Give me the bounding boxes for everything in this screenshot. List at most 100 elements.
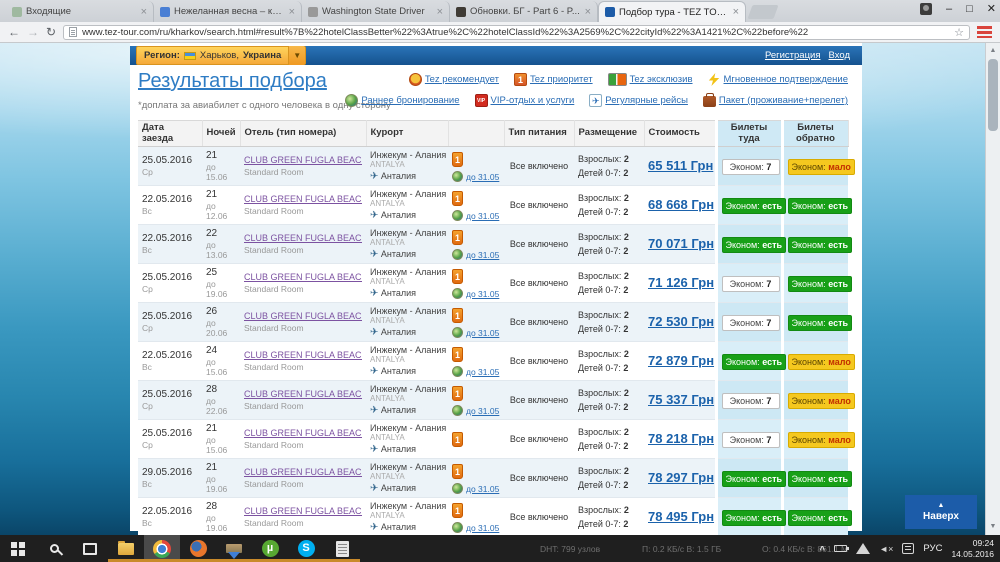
price-link[interactable]: 70 071 Грн: [648, 236, 714, 251]
taskbar-maps-button[interactable]: [216, 535, 252, 562]
arrival-airport: ✈ Анталия: [370, 405, 417, 416]
scroll-down-icon[interactable]: ▼: [986, 520, 1000, 534]
taskbar-skype-button[interactable]: [288, 535, 324, 562]
bookmark-star-icon[interactable]: ☆: [954, 26, 964, 39]
column-header-occupancy[interactable]: Размещение: [574, 120, 645, 147]
wifi-icon[interactable]: [856, 543, 871, 554]
price-link[interactable]: 72 530 Грн: [648, 314, 714, 329]
row-weekday: Вс: [142, 206, 152, 216]
price-link[interactable]: 72 879 Грн: [648, 353, 714, 368]
back-to-top-button[interactable]: ▲ Наверх: [905, 495, 977, 529]
volume-muted-icon[interactable]: ◄×: [879, 544, 893, 554]
legend-link[interactable]: Регулярные рейсы: [605, 95, 688, 106]
early-booking-link[interactable]: до 31.05: [466, 367, 499, 377]
page-scrollbar[interactable]: ▲ ▼: [985, 43, 1000, 535]
hotel-link[interactable]: CLUB GREEN FUGLA BEACH 4 *: [244, 389, 362, 399]
column-header-tickets-there[interactable]: Билеты туда: [714, 120, 783, 147]
forward-button[interactable]: →: [27, 26, 39, 38]
column-header-meal[interactable]: Тип питания: [504, 120, 575, 147]
profile-icon[interactable]: [920, 2, 932, 15]
hotel-link[interactable]: CLUB GREEN FUGLA BEACH 4 *: [244, 428, 362, 438]
taskbar-utorrent-button[interactable]: [252, 535, 288, 562]
price-link[interactable]: 78 495 Грн: [648, 509, 714, 524]
legend-link[interactable]: Пакет (проживание+перелет): [719, 95, 848, 106]
column-header-date[interactable]: Дата заезда: [138, 120, 203, 147]
language-indicator[interactable]: РУС: [923, 543, 942, 554]
hotel-link[interactable]: CLUB GREEN FUGLA BEACH 4 *: [244, 194, 362, 204]
close-button[interactable]: ✕: [987, 2, 996, 15]
tray-expand-icon[interactable]: ^: [819, 545, 825, 556]
login-link[interactable]: Вход: [829, 50, 851, 61]
column-header-hotel[interactable]: Отель (тип номера): [240, 120, 367, 147]
address-bar[interactable]: www.tez-tour.com/ru/kharkov/search.html#…: [63, 24, 970, 40]
price-link[interactable]: 65 511 Грн: [648, 158, 713, 173]
browser-tab-obnovki[interactable]: Обновки. БГ - Part 6 - P... ×: [450, 1, 598, 22]
early-booking-globe-icon: [452, 171, 463, 182]
taskbar-search-button[interactable]: [36, 535, 72, 562]
browser-tab-article[interactable]: Нежеланная весна – ка... ×: [154, 1, 302, 22]
browser-tab-inbox[interactable]: Входящие ×: [6, 1, 154, 22]
battery-icon[interactable]: [834, 545, 850, 552]
region-selector[interactable]: Регион: Харьков, Украина ▼: [136, 46, 307, 65]
price-link[interactable]: 78 297 Грн: [648, 470, 714, 485]
maximize-button[interactable]: □: [966, 3, 973, 15]
price-link[interactable]: 71 126 Грн: [648, 275, 714, 290]
early-booking-link[interactable]: до 31.05: [466, 484, 499, 494]
early-booking-link[interactable]: до 31.05: [466, 250, 499, 260]
taskbar-clock[interactable]: 09:24 14.05.2016: [951, 538, 994, 559]
column-header-resort[interactable]: Курорт: [366, 120, 449, 147]
legend-link[interactable]: Tez приоритет: [530, 74, 593, 85]
taskbar-chrome-button[interactable]: [144, 535, 180, 562]
legend-link[interactable]: VIP-отдых и услуги: [491, 95, 575, 106]
early-booking-link[interactable]: до 31.05: [466, 172, 499, 182]
hotel-link[interactable]: CLUB GREEN FUGLA BEACH 4 *: [244, 272, 362, 282]
tab-close-icon[interactable]: ×: [733, 7, 739, 18]
price-link[interactable]: 75 337 Грн: [648, 392, 714, 407]
scrollbar-thumb[interactable]: [988, 59, 998, 131]
early-booking-link[interactable]: до 31.05: [466, 523, 499, 533]
scroll-up-icon[interactable]: ▲: [986, 44, 1000, 58]
hotel-link[interactable]: CLUB GREEN FUGLA BEACH 4 *: [244, 467, 362, 477]
taskbar-explorer-button[interactable]: [108, 535, 144, 562]
url-text[interactable]: www.tez-tour.com/ru/kharkov/search.html#…: [82, 27, 949, 38]
taskbar-notepad-button[interactable]: [324, 535, 360, 562]
early-booking-link[interactable]: до 31.05: [466, 289, 499, 299]
taskbar-firefox-button[interactable]: [180, 535, 216, 562]
taskbar-taskview-button[interactable]: [72, 535, 108, 562]
tab-close-icon[interactable]: ×: [141, 6, 147, 17]
refresh-button[interactable]: ↻: [46, 26, 56, 38]
tab-close-icon[interactable]: ×: [289, 6, 295, 17]
price-link[interactable]: 68 668 Грн: [648, 197, 714, 212]
region-dropdown-arrow[interactable]: ▼: [288, 46, 306, 65]
hotel-link[interactable]: CLUB GREEN FUGLA BEACH 4 *: [244, 155, 362, 165]
early-booking-link[interactable]: до 31.05: [466, 211, 499, 221]
browser-menu-icon[interactable]: [977, 26, 992, 38]
minimize-button[interactable]: –: [946, 3, 952, 15]
column-header-icons[interactable]: [448, 120, 505, 147]
legend-link[interactable]: Tez рекомендует: [425, 74, 499, 85]
taskbar-start-button[interactable]: [0, 535, 36, 562]
hotel-link[interactable]: CLUB GREEN FUGLA BEACH 4 *: [244, 233, 362, 243]
notification-icon[interactable]: [902, 543, 915, 554]
meal-type: Все включено: [509, 200, 569, 210]
back-button[interactable]: ←: [8, 26, 20, 38]
column-header-nights[interactable]: Ночей: [202, 120, 241, 147]
legend-link[interactable]: Tez эксклюзив: [630, 74, 693, 85]
legend-link[interactable]: Раннее бронирование: [361, 95, 459, 106]
page-title[interactable]: Результаты подбора: [138, 70, 327, 93]
hotel-link[interactable]: CLUB GREEN FUGLA BEACH 4 *: [244, 350, 362, 360]
early-booking-link[interactable]: до 31.05: [466, 406, 499, 416]
column-header-price[interactable]: Стоимость: [644, 120, 717, 147]
tab-close-icon[interactable]: ×: [585, 6, 591, 17]
hotel-link[interactable]: CLUB GREEN FUGLA BEACH 4 *: [244, 311, 362, 321]
early-booking-link[interactable]: до 31.05: [466, 328, 499, 338]
browser-tab-washington[interactable]: Washington State Driver ×: [302, 1, 450, 22]
legend-link[interactable]: Мгновенное подтверждение: [724, 74, 848, 85]
hotel-link[interactable]: CLUB GREEN FUGLA BEACH 4 *: [244, 506, 362, 516]
browser-tab-teztour[interactable]: Подбор тура - TEZ TOUR ×: [598, 1, 746, 22]
column-header-tickets-back[interactable]: Билеты обратно: [780, 120, 849, 147]
register-link[interactable]: Регистрация: [765, 50, 821, 61]
price-link[interactable]: 78 218 Грн: [648, 431, 714, 446]
tab-close-icon[interactable]: ×: [437, 6, 443, 17]
new-tab-button[interactable]: [747, 5, 779, 19]
